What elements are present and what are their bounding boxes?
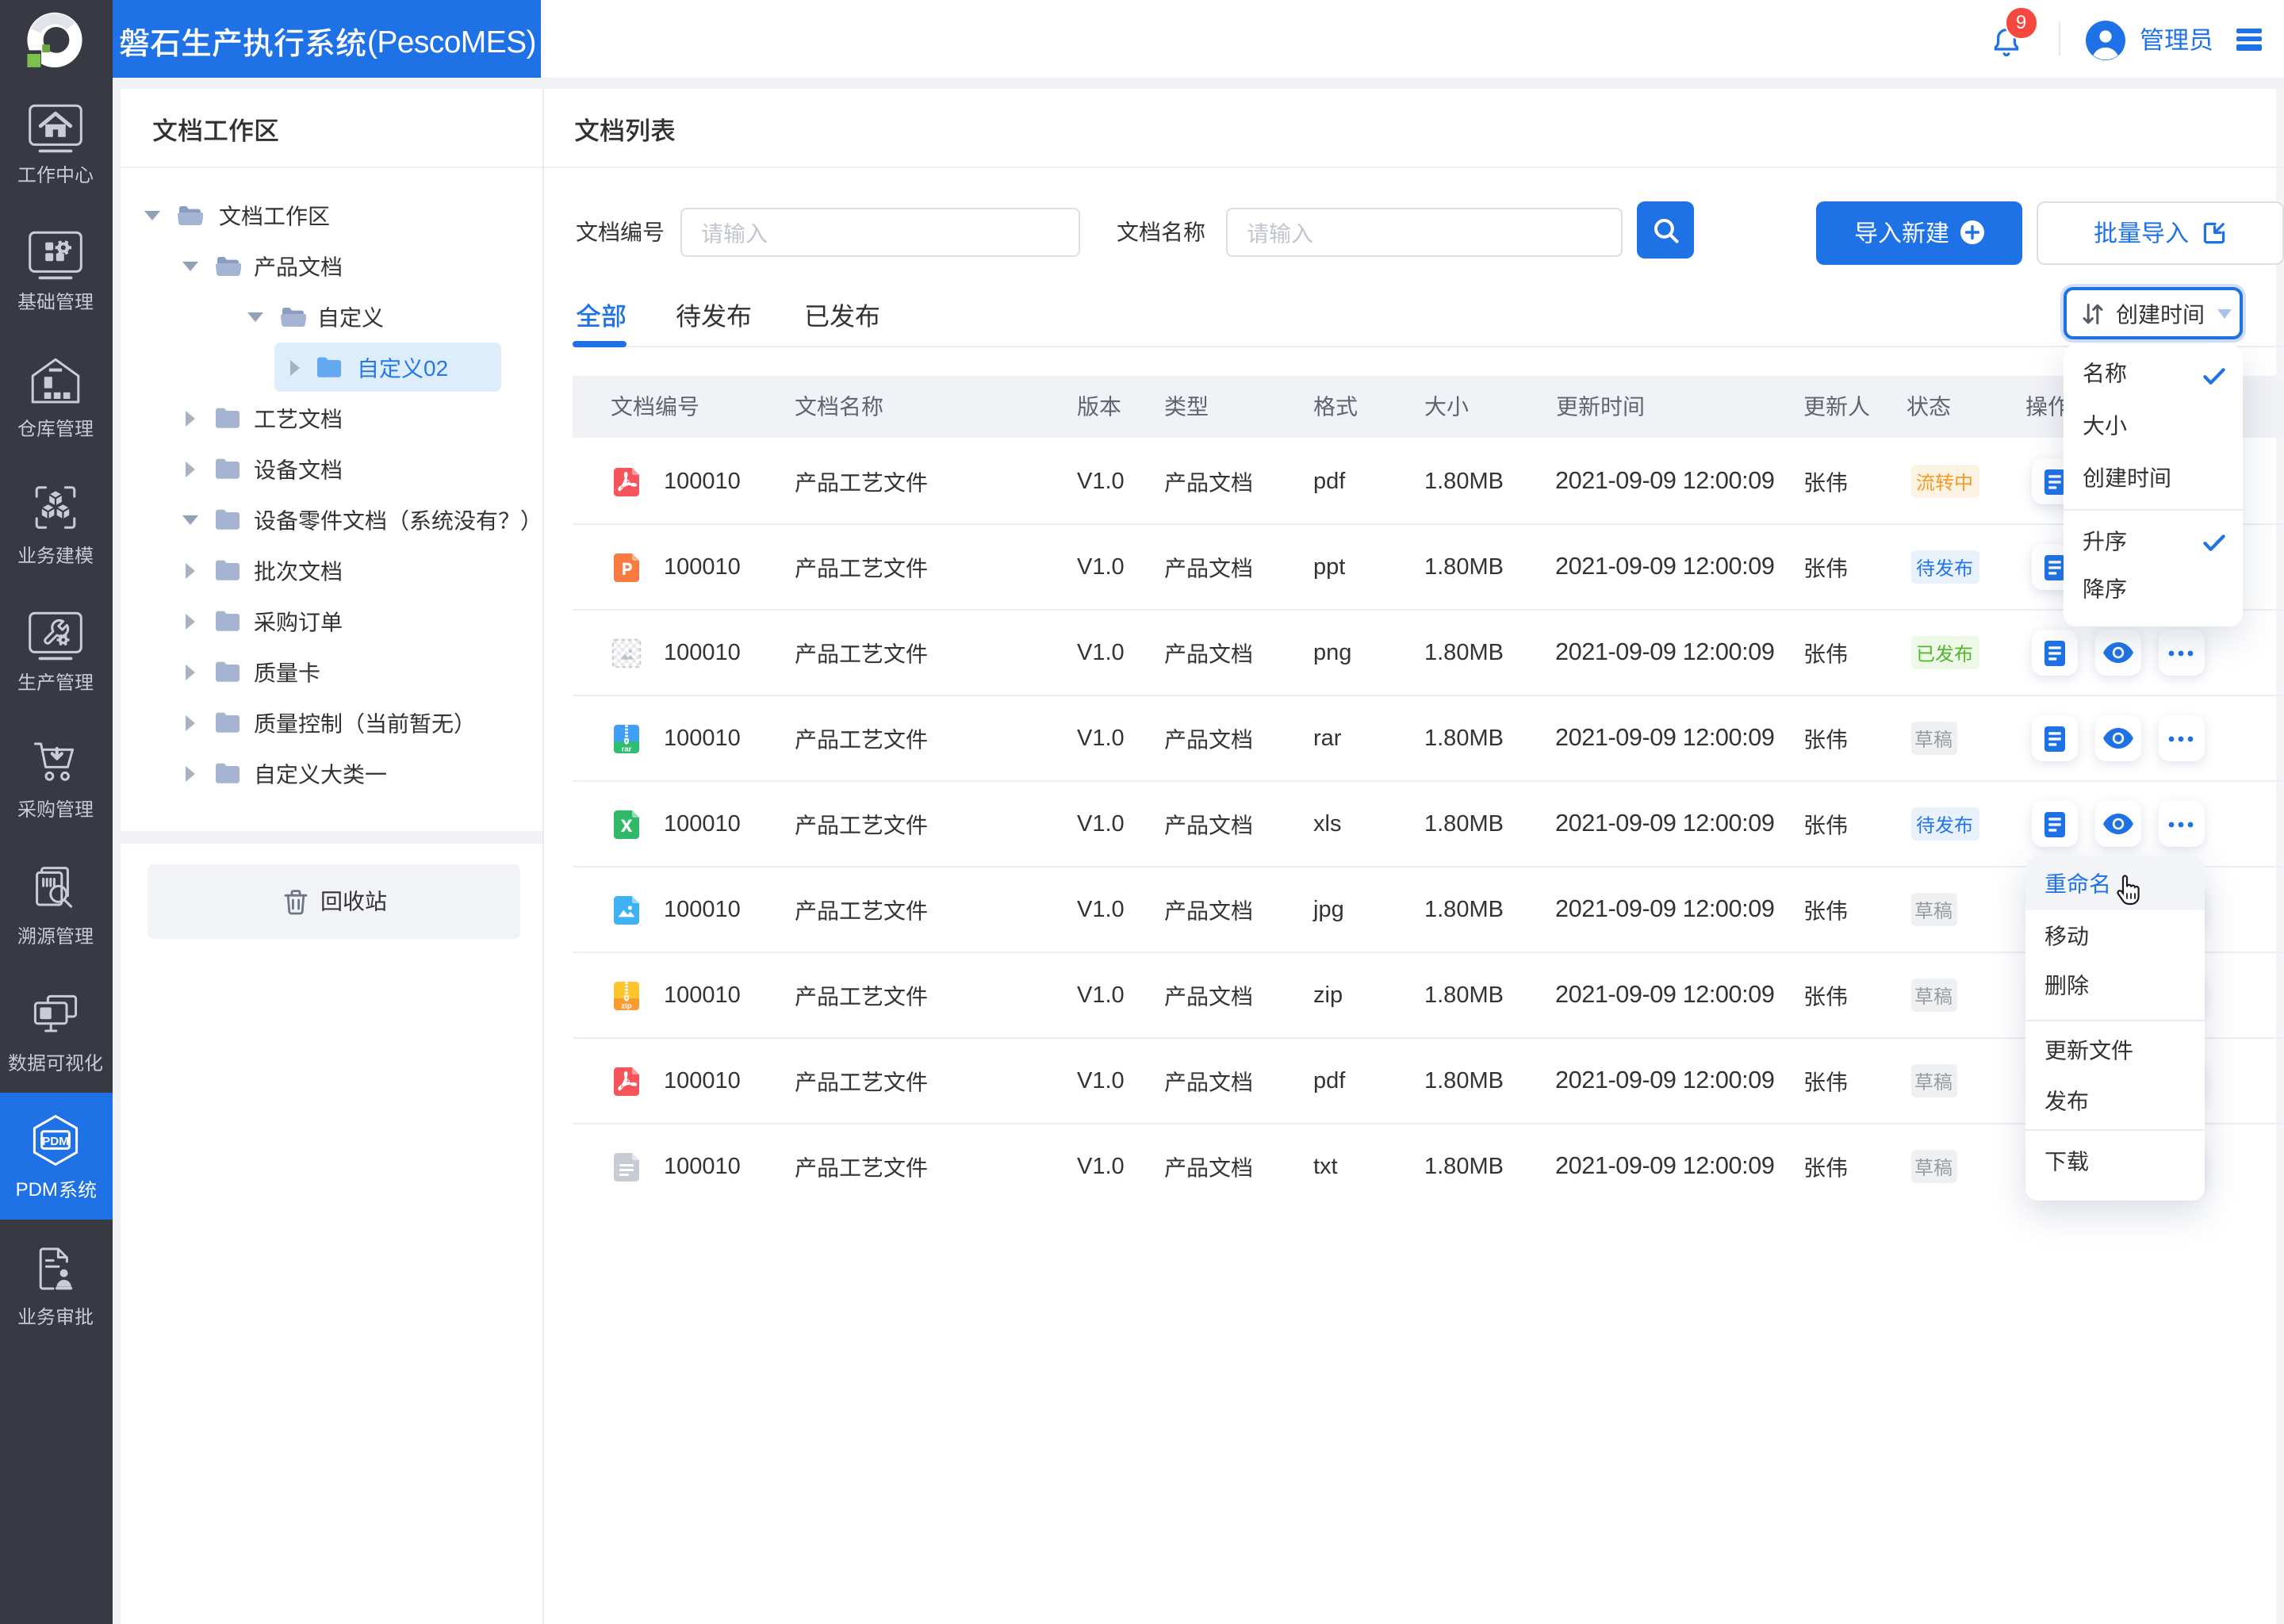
- svg-text:zip: zip: [620, 1002, 630, 1010]
- svg-text:PDM: PDM: [43, 1135, 70, 1148]
- svg-text:rar: rar: [621, 745, 631, 753]
